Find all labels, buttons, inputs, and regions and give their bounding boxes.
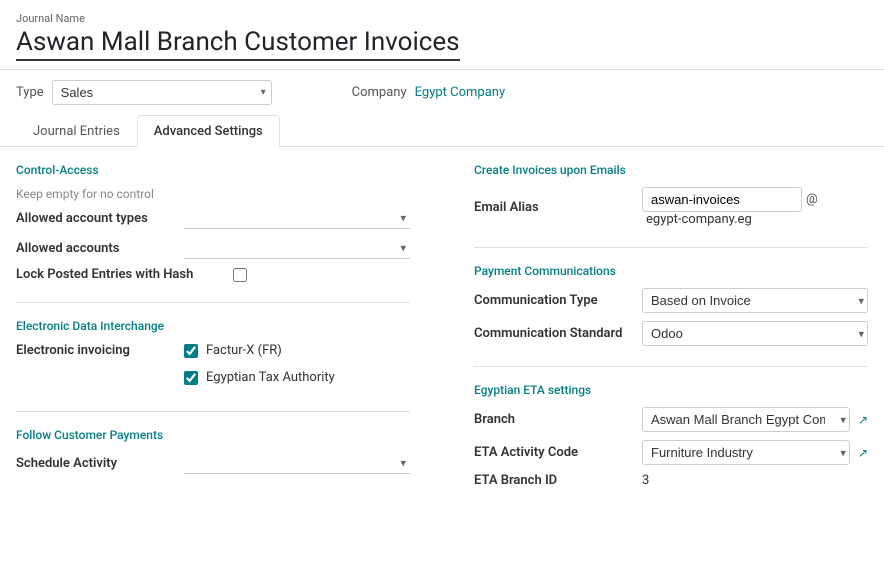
branch-field-group: Aswan Mall Branch Egypt Company ↗ [642,407,868,432]
allowed-accounts-value [184,237,410,259]
facturx-label: Factur-X (FR) [206,343,282,358]
eta-activity-code-value: Furniture Industry ↗ [642,440,868,465]
company-label: Company [352,85,407,100]
allowed-types-label: Allowed account types [16,211,176,226]
communication-standard-select[interactable]: Odoo [642,321,868,346]
eta-activity-select-wrapper: Furniture Industry [642,440,850,465]
divider-2 [16,411,410,412]
type-label: Type [16,85,44,100]
eta-activity-code-row: ETA Activity Code Furniture Industry ↗ [474,440,868,465]
eta-activity-code-select[interactable]: Furniture Industry [642,440,850,465]
page-header: Journal Name Aswan Mall Branch Customer … [0,0,884,70]
eta-settings-section: Egyptian ETA settings Branch Aswan Mall … [474,383,868,488]
journal-name-label: Journal Name [16,12,868,25]
communication-standard-select-wrapper: Odoo [642,321,868,346]
eta-branch-id-text: 3 [642,473,649,488]
tab-advanced-settings[interactable]: Advanced Settings [137,115,280,147]
schedule-activity-value [184,452,410,474]
control-access-title: Control-Access [16,163,410,177]
control-access-hint: Keep empty for no control [16,187,410,201]
schedule-activity-dropdown-wrapper [184,452,410,474]
eta-checkbox[interactable] [184,371,198,385]
communication-standard-value: Odoo [642,321,868,346]
eta-label: Egyptian Tax Authority [206,370,335,385]
create-invoices-title: Create Invoices upon Emails [474,163,868,177]
branch-external-link-icon[interactable]: ↗ [858,413,868,427]
left-column: Control-Access Keep empty for no control… [16,163,426,508]
branch-row: Branch Aswan Mall Branch Egypt Company ↗ [474,407,868,432]
email-alias-field-group: @ egypt-company.eg [642,187,868,227]
lock-hash-checkbox[interactable] [233,268,247,282]
lock-hash-label: Lock Posted Entries with Hash [16,267,193,282]
eta-branch-id-row: ETA Branch ID 3 [474,473,868,488]
allowed-accounts-row: Allowed accounts [16,237,410,259]
allowed-accounts-dropdown-wrapper [184,237,410,259]
electronic-invoicing-label: Electronic invoicing [16,343,176,358]
schedule-activity-row: Schedule Activity [16,452,410,474]
type-select[interactable]: Sales [52,80,272,105]
allowed-accounts-label: Allowed accounts [16,241,176,256]
follow-payments-title: Follow Customer Payments [16,428,410,442]
communication-standard-row: Communication Standard Odoo [474,321,868,346]
eta-branch-id-label: ETA Branch ID [474,473,634,488]
payment-communications-section: Payment Communications Communication Typ… [474,264,868,346]
control-access-section: Control-Access Keep empty for no control… [16,163,410,282]
tabs-bar: Journal Entries Advanced Settings [0,115,884,147]
right-column: Create Invoices upon Emails Email Alias … [458,163,868,508]
communication-type-value: Based on Invoice [642,288,868,313]
email-alias-label: Email Alias [474,200,634,215]
facturx-checkbox[interactable] [184,344,198,358]
type-select-wrapper: Sales ▾ [52,80,272,105]
branch-value: Aswan Mall Branch Egypt Company ↗ [642,407,868,432]
type-company-row: Type Sales ▾ Company Egypt Company [0,70,884,115]
at-symbol: @ [806,192,818,207]
content-area: Control-Access Keep empty for no control… [0,147,884,524]
payment-communications-title: Payment Communications [474,264,868,278]
follow-payments-section: Follow Customer Payments Schedule Activi… [16,428,410,474]
eta-activity-external-link-icon[interactable]: ↗ [858,446,868,460]
communication-standard-label: Communication Standard [474,326,634,341]
two-col-layout: Control-Access Keep empty for no control… [16,163,868,508]
schedule-activity-label: Schedule Activity [16,456,176,471]
communication-type-select[interactable]: Based on Invoice [642,288,868,313]
communication-type-label: Communication Type [474,293,634,308]
eta-branch-id-value: 3 [642,473,868,488]
email-alias-input[interactable] [642,187,802,212]
divider-1 [16,302,410,303]
email-alias-wrapper: @ [642,187,868,212]
eta-checkbox-row: Egyptian Tax Authority [184,370,335,385]
communication-type-select-wrapper: Based on Invoice [642,288,868,313]
lock-hash-row: Lock Posted Entries with Hash [16,267,410,282]
allowed-types-value [184,207,410,229]
communication-type-row: Communication Type Based on Invoice [474,288,868,313]
allowed-types-row: Allowed account types [16,207,410,229]
branch-select[interactable]: Aswan Mall Branch Egypt Company [642,407,850,432]
eta-activity-code-label: ETA Activity Code [474,445,634,460]
divider-4 [474,366,868,367]
tab-journal-entries[interactable]: Journal Entries [16,115,137,147]
eta-activity-code-field-group: Furniture Industry ↗ [642,440,868,465]
allowed-types-select[interactable] [184,207,410,229]
email-alias-row: Email Alias @ egypt-company.eg [474,187,868,227]
branch-select-wrapper: Aswan Mall Branch Egypt Company [642,407,850,432]
edi-section: Electronic Data Interchange Electronic i… [16,319,410,391]
electronic-invoicing-row: Electronic invoicing Factur-X (FR) Egypt… [16,343,410,391]
eta-settings-title: Egyptian ETA settings [474,383,868,397]
create-invoices-section: Create Invoices upon Emails Email Alias … [474,163,868,227]
allowed-accounts-select[interactable] [184,237,410,259]
schedule-activity-select[interactable] [184,452,410,474]
company-link[interactable]: Egypt Company [415,85,505,100]
email-domain: egypt-company.eg [642,212,868,227]
allowed-types-dropdown-wrapper [184,207,410,229]
facturx-row: Factur-X (FR) [184,343,335,358]
edi-title: Electronic Data Interchange [16,319,410,333]
branch-label: Branch [474,412,634,427]
edi-checkboxes: Factur-X (FR) Egyptian Tax Authority [184,343,335,391]
page-title: Aswan Mall Branch Customer Invoices [16,27,460,61]
divider-3 [474,247,868,248]
